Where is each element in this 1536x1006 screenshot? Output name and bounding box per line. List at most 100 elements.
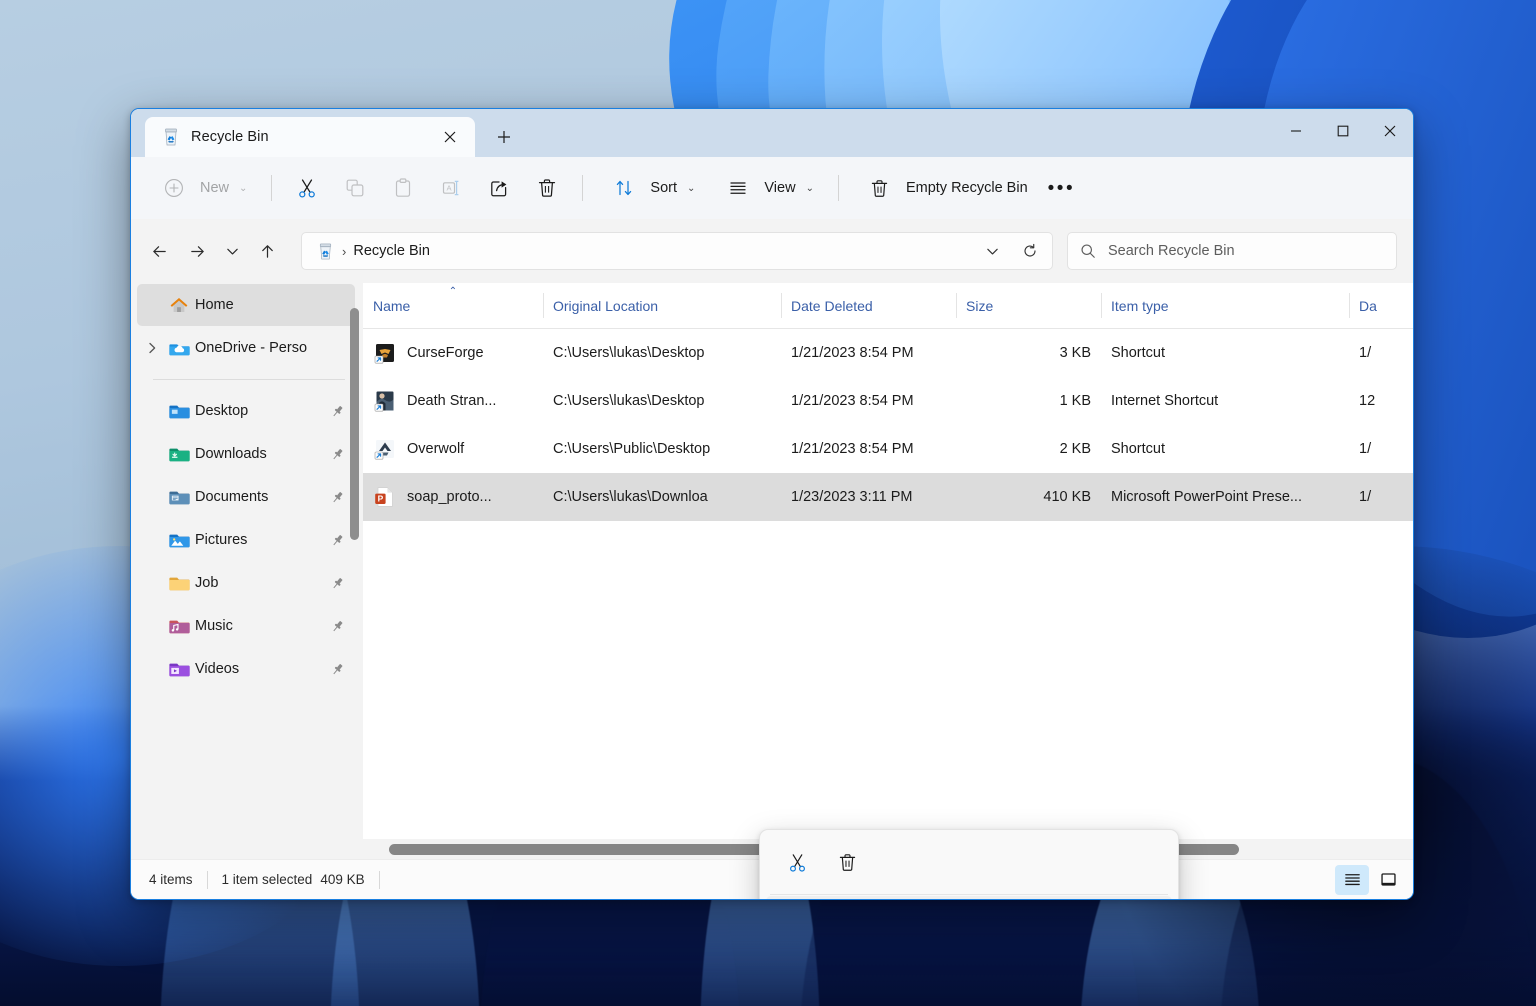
chevron-right-icon[interactable] bbox=[141, 342, 163, 354]
new-tab-button[interactable] bbox=[489, 122, 519, 152]
svg-text:P: P bbox=[378, 494, 384, 504]
tab-title: Recycle Bin bbox=[191, 129, 425, 145]
view-button-label: View bbox=[764, 180, 795, 196]
copy-button[interactable] bbox=[332, 168, 378, 208]
sidebar-item-desktop[interactable]: Desktop bbox=[137, 390, 355, 432]
new-button[interactable]: New ⌄ bbox=[145, 168, 259, 208]
toolbar-divider bbox=[582, 175, 583, 201]
home-icon bbox=[165, 295, 193, 315]
table-row[interactable]: Death Stran... C:\Users\lukas\Desktop 1/… bbox=[363, 377, 1413, 425]
pin-icon[interactable] bbox=[327, 533, 347, 548]
column-header-original-location[interactable]: Original Location bbox=[543, 283, 781, 328]
sidebar-item-job[interactable]: Job bbox=[137, 562, 355, 604]
file-name-cell[interactable]: P soap_proto... bbox=[363, 485, 543, 509]
item-count: 4 items bbox=[149, 872, 207, 887]
item-type-cell: Shortcut bbox=[1101, 345, 1349, 361]
sidebar-item-music[interactable]: Music bbox=[137, 605, 355, 647]
file-name-cell[interactable]: Overwolf bbox=[363, 437, 543, 461]
recycle-bin-icon bbox=[316, 242, 335, 261]
selection-size: 409 KB bbox=[320, 872, 378, 887]
breadcrumb-bar[interactable]: › Recycle Bin bbox=[301, 232, 1053, 270]
tab-recycle-bin[interactable]: Recycle Bin bbox=[145, 117, 475, 157]
address-dropdown-button[interactable] bbox=[976, 235, 1008, 267]
forward-button[interactable] bbox=[179, 233, 215, 269]
minimize-button[interactable] bbox=[1272, 109, 1319, 153]
refresh-button[interactable] bbox=[1014, 235, 1046, 267]
downloads-folder-icon bbox=[165, 444, 193, 464]
back-button[interactable] bbox=[141, 233, 177, 269]
sidebar-scrollbar-thumb[interactable] bbox=[350, 308, 359, 540]
column-header-name[interactable]: ⌃ Name bbox=[363, 283, 543, 328]
recycle-bin-icon bbox=[161, 127, 181, 147]
pin-icon[interactable] bbox=[327, 447, 347, 462]
chevron-down-icon: ⌄ bbox=[239, 183, 247, 194]
delete-button[interactable] bbox=[524, 168, 570, 208]
column-header-date-deleted[interactable]: Date Deleted bbox=[781, 283, 956, 328]
videos-folder-icon bbox=[165, 659, 193, 679]
sidebar-item-label: Pictures bbox=[195, 532, 325, 548]
sidebar-item-downloads[interactable]: Downloads bbox=[137, 433, 355, 475]
maximize-button[interactable] bbox=[1319, 109, 1366, 153]
paste-button[interactable] bbox=[380, 168, 426, 208]
sidebar-item-videos[interactable]: Videos bbox=[137, 648, 355, 690]
sidebar-item-onedrive[interactable]: OneDrive - Perso bbox=[137, 327, 355, 369]
share-button[interactable] bbox=[476, 168, 522, 208]
cut-button[interactable] bbox=[284, 168, 330, 208]
preview-pane-button[interactable] bbox=[1371, 865, 1405, 895]
column-header-item-type[interactable]: Item type bbox=[1101, 283, 1349, 328]
context-menu-item-restore[interactable]: Restore bbox=[766, 896, 1172, 900]
context-cut-button[interactable] bbox=[774, 841, 820, 883]
close-icon[interactable] bbox=[435, 122, 465, 152]
view-toggle-group bbox=[1335, 865, 1405, 895]
status-divider bbox=[207, 871, 208, 889]
see-more-button[interactable]: ••• bbox=[1042, 168, 1081, 208]
details-view-button[interactable] bbox=[1335, 865, 1369, 895]
sidebar-item-home[interactable]: Home bbox=[137, 284, 355, 326]
search-icon bbox=[1080, 243, 1096, 259]
sort-button[interactable]: Sort ⌄ bbox=[595, 168, 707, 208]
search-input[interactable]: Search Recycle Bin bbox=[1067, 232, 1397, 270]
sidebar-item-label: Desktop bbox=[195, 403, 325, 419]
copy-icon bbox=[338, 171, 372, 205]
title-bar: Recycle Bin bbox=[131, 109, 1413, 157]
paste-icon bbox=[386, 171, 420, 205]
rename-button[interactable]: A bbox=[428, 168, 474, 208]
sidebar-item-pictures[interactable]: Pictures bbox=[137, 519, 355, 561]
sidebar-item-label: Home bbox=[195, 297, 325, 313]
pin-icon[interactable] bbox=[327, 490, 347, 505]
file-name-cell[interactable]: CurseForge bbox=[363, 341, 543, 365]
pin-icon[interactable] bbox=[327, 619, 347, 634]
empty-recycle-bin-button[interactable]: Empty Recycle Bin bbox=[851, 168, 1040, 208]
recent-locations-button[interactable] bbox=[217, 233, 247, 269]
pin-icon[interactable] bbox=[327, 404, 347, 419]
column-headers: ⌃ Name Original Location Date Deleted Si… bbox=[363, 283, 1413, 329]
breadcrumb-label[interactable]: Recycle Bin bbox=[353, 243, 430, 259]
date-modified-cell: 1/ bbox=[1349, 441, 1409, 457]
rename-icon: A bbox=[434, 171, 468, 205]
context-delete-button[interactable] bbox=[824, 841, 870, 883]
table-row[interactable]: CurseForge C:\Users\lukas\Desktop 1/21/2… bbox=[363, 329, 1413, 377]
shortcut-curseforge-icon bbox=[373, 341, 397, 365]
chevron-down-icon: ⌄ bbox=[806, 183, 814, 194]
sidebar-item-documents[interactable]: Documents bbox=[137, 476, 355, 518]
pin-icon[interactable] bbox=[327, 662, 347, 677]
address-bar-row: › Recycle Bin Search Recy bbox=[131, 219, 1413, 283]
column-header-date-modified[interactable]: Da bbox=[1349, 283, 1409, 328]
sidebar-item-label: Videos bbox=[195, 661, 325, 677]
up-button[interactable] bbox=[249, 233, 285, 269]
sort-icon bbox=[607, 171, 641, 205]
close-button[interactable] bbox=[1366, 109, 1413, 153]
column-header-label: Size bbox=[966, 298, 993, 314]
table-row[interactable]: Overwolf C:\Users\Public\Desktop 1/21/20… bbox=[363, 425, 1413, 473]
onedrive-icon bbox=[165, 338, 193, 358]
sidebar-divider bbox=[153, 379, 345, 380]
breadcrumb[interactable]: › Recycle Bin bbox=[316, 242, 430, 261]
file-name-cell[interactable]: Death Stran... bbox=[363, 389, 543, 413]
table-row[interactable]: P soap_proto... C:\Users\lukas\Downloa 1… bbox=[363, 473, 1413, 521]
view-button[interactable]: View ⌄ bbox=[709, 168, 826, 208]
column-header-size[interactable]: Size bbox=[956, 283, 1101, 328]
size-cell: 3 KB bbox=[956, 345, 1101, 361]
empty-recycle-bin-label: Empty Recycle Bin bbox=[906, 180, 1028, 196]
pin-icon[interactable] bbox=[327, 576, 347, 591]
view-list-icon bbox=[721, 171, 755, 205]
